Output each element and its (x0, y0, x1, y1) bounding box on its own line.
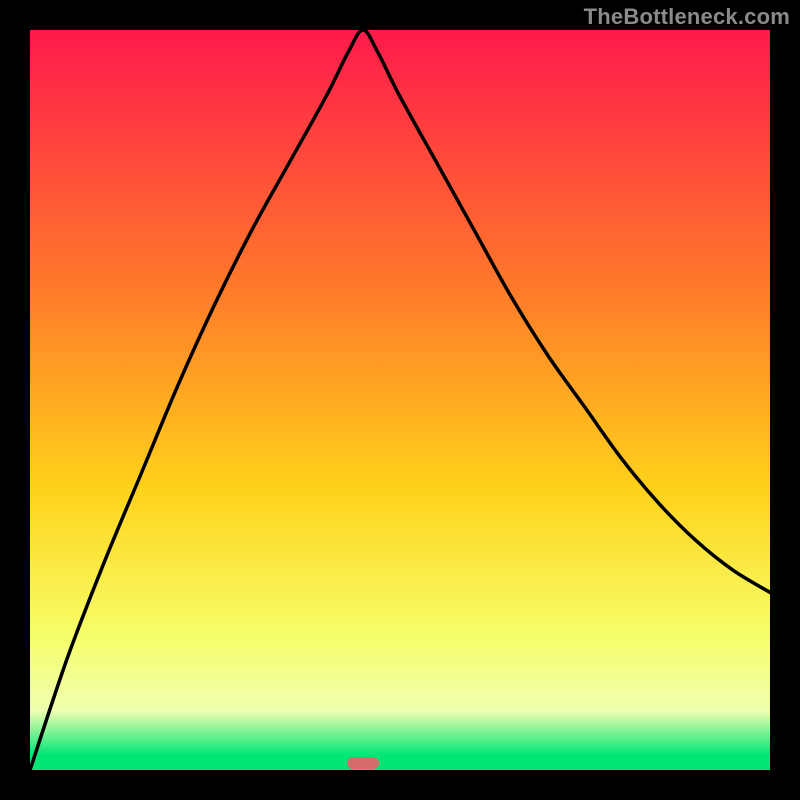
bottleneck-marker (347, 757, 379, 769)
plot-area (30, 30, 770, 770)
watermark-text: TheBottleneck.com (584, 4, 790, 30)
chart-curve (30, 30, 770, 770)
chart-frame: TheBottleneck.com (0, 0, 800, 800)
